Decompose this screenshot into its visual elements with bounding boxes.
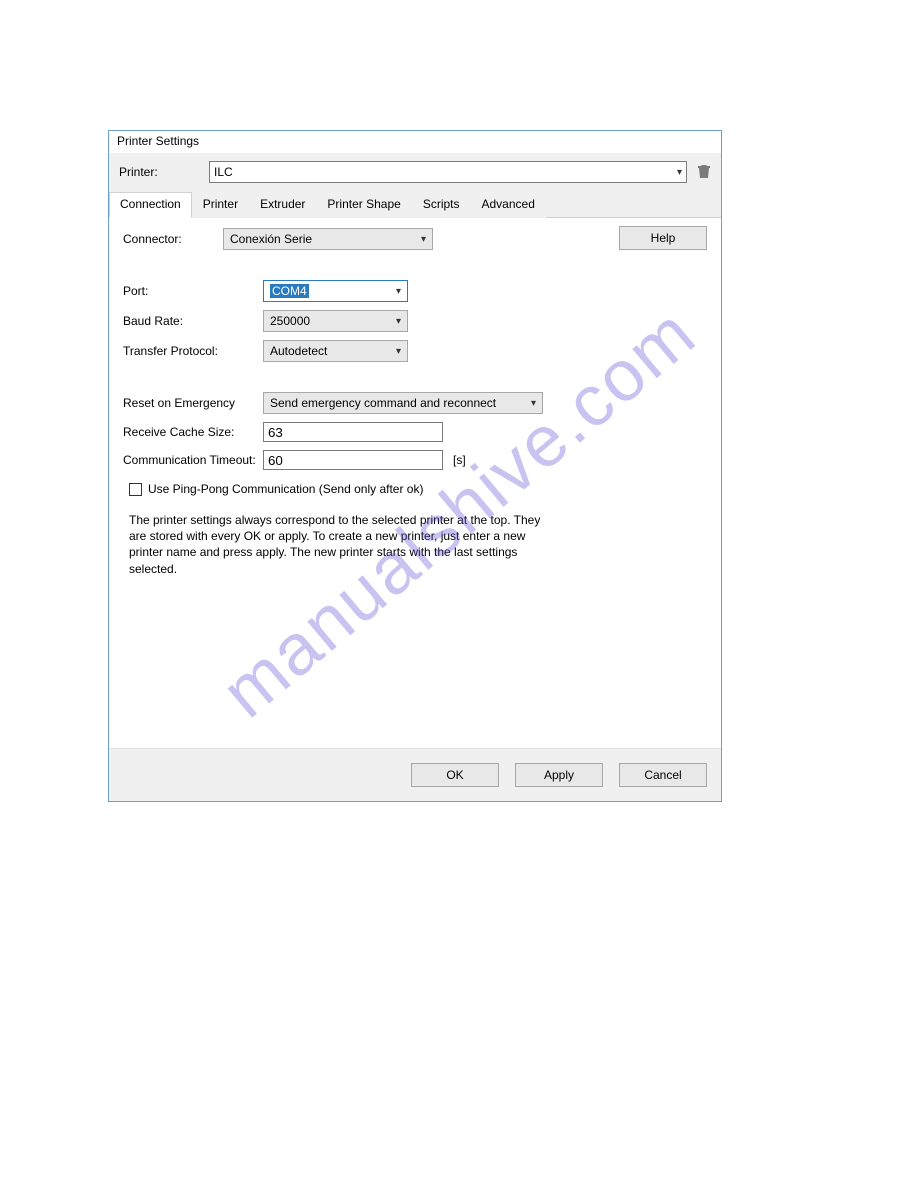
reset-value: Send emergency command and reconnect [270,396,496,410]
connection-page: Help Connector: Conexión Serie ▾ Port: C… [109,218,721,748]
chevron-down-icon: ▾ [677,167,682,178]
printer-label: Printer: [119,165,199,179]
tab-connection[interactable]: Connection [109,192,192,218]
connector-value: Conexión Serie [230,232,312,246]
baud-label: Baud Rate: [123,314,263,328]
printer-dropdown[interactable]: ILC ▾ [209,161,687,183]
cancel-button[interactable]: Cancel [619,763,707,787]
chevron-down-icon: ▾ [421,234,426,245]
cache-input[interactable] [263,422,443,442]
info-text: The printer settings always correspond t… [129,512,549,577]
connector-dropdown[interactable]: Conexión Serie ▾ [223,228,433,250]
trash-icon[interactable] [697,163,711,182]
dialog-footer: OK Apply Cancel [109,748,721,801]
dialog-title: Printer Settings [109,131,721,153]
chevron-down-icon: ▾ [396,346,401,357]
timeout-input[interactable] [263,450,443,470]
port-label: Port: [123,284,263,298]
apply-button[interactable]: Apply [515,763,603,787]
printer-settings-dialog: Printer Settings Printer: ILC ▾ Connecti… [108,130,722,802]
timeout-label: Communication Timeout: [123,453,263,467]
printer-selector-bar: Printer: ILC ▾ [109,153,721,191]
tab-extruder[interactable]: Extruder [249,192,316,218]
port-value: COM4 [270,284,309,298]
help-button[interactable]: Help [619,226,707,250]
chevron-down-icon: ▾ [531,398,536,409]
baud-dropdown[interactable]: 250000 ▾ [263,310,408,332]
reset-dropdown[interactable]: Send emergency command and reconnect ▾ [263,392,543,414]
tab-advanced[interactable]: Advanced [471,192,546,218]
cache-label: Receive Cache Size: [123,425,263,439]
reset-label: Reset on Emergency [123,396,263,410]
transfer-label: Transfer Protocol: [123,344,263,358]
port-dropdown[interactable]: COM4 ▾ [263,280,408,302]
printer-dropdown-value: ILC [214,165,233,179]
transfer-dropdown[interactable]: Autodetect ▾ [263,340,408,362]
ok-button[interactable]: OK [411,763,499,787]
baud-value: 250000 [270,314,310,328]
pingpong-label: Use Ping-Pong Communication (Send only a… [148,482,423,496]
chevron-down-icon: ▾ [396,286,401,297]
pingpong-checkbox[interactable] [129,483,142,496]
transfer-value: Autodetect [270,344,327,358]
tab-bar: Connection Printer Extruder Printer Shap… [109,191,721,218]
tab-scripts[interactable]: Scripts [412,192,471,218]
connector-label: Connector: [123,232,223,246]
timeout-unit: [s] [453,453,466,467]
tab-printer[interactable]: Printer [192,192,249,218]
tab-printer-shape[interactable]: Printer Shape [316,192,411,218]
chevron-down-icon: ▾ [396,316,401,327]
